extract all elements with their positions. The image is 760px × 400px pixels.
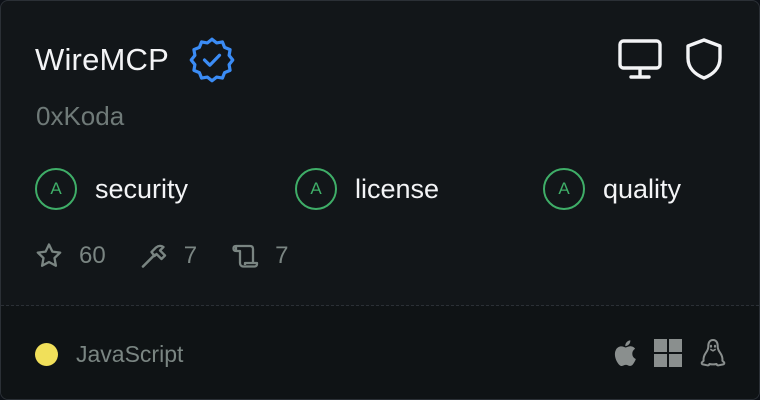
language-color-dot	[35, 343, 58, 366]
title-row: WireMCP	[35, 37, 235, 83]
resources-count: 7	[275, 242, 289, 269]
star-icon	[35, 242, 63, 270]
verified-badge-icon	[189, 37, 235, 83]
grade-label: quality	[603, 173, 682, 204]
apple-icon	[611, 338, 637, 368]
grade-quality[interactable]: A quality	[543, 166, 681, 212]
hammer-icon	[140, 242, 168, 270]
server-name[interactable]: WireMCP	[35, 39, 169, 81]
server-card[interactable]: WireMCP 0xKoda A security A license A qu…	[0, 0, 760, 400]
monitor-icon[interactable]	[617, 38, 663, 80]
tools-stat: 7	[140, 242, 197, 270]
linux-icon	[699, 338, 727, 368]
platform-icons	[611, 338, 727, 368]
scroll-icon	[231, 242, 259, 270]
grade-label: license	[355, 173, 440, 204]
resources-stat: 7	[231, 242, 288, 270]
card-footer: JavaScript	[1, 306, 759, 399]
language-indicator: JavaScript	[35, 341, 183, 368]
grade-security[interactable]: A security	[35, 166, 188, 212]
header-icons	[617, 37, 723, 81]
grade-badge: A	[295, 168, 337, 210]
shield-icon[interactable]	[685, 37, 723, 81]
grade-badge: A	[543, 168, 585, 210]
grade-license[interactable]: A license	[295, 166, 439, 212]
grade-badge: A	[35, 168, 77, 210]
stars-stat: 60	[35, 242, 106, 270]
stats-row: 60 7 7	[35, 242, 322, 270]
stars-count: 60	[79, 242, 106, 269]
tools-count: 7	[183, 242, 198, 269]
grade-label: security	[95, 173, 189, 204]
grades-row: A security A license A quality	[35, 166, 725, 212]
windows-icon	[653, 338, 683, 368]
language-label: JavaScript	[76, 341, 184, 367]
owner-name[interactable]: 0xKoda	[36, 99, 124, 133]
